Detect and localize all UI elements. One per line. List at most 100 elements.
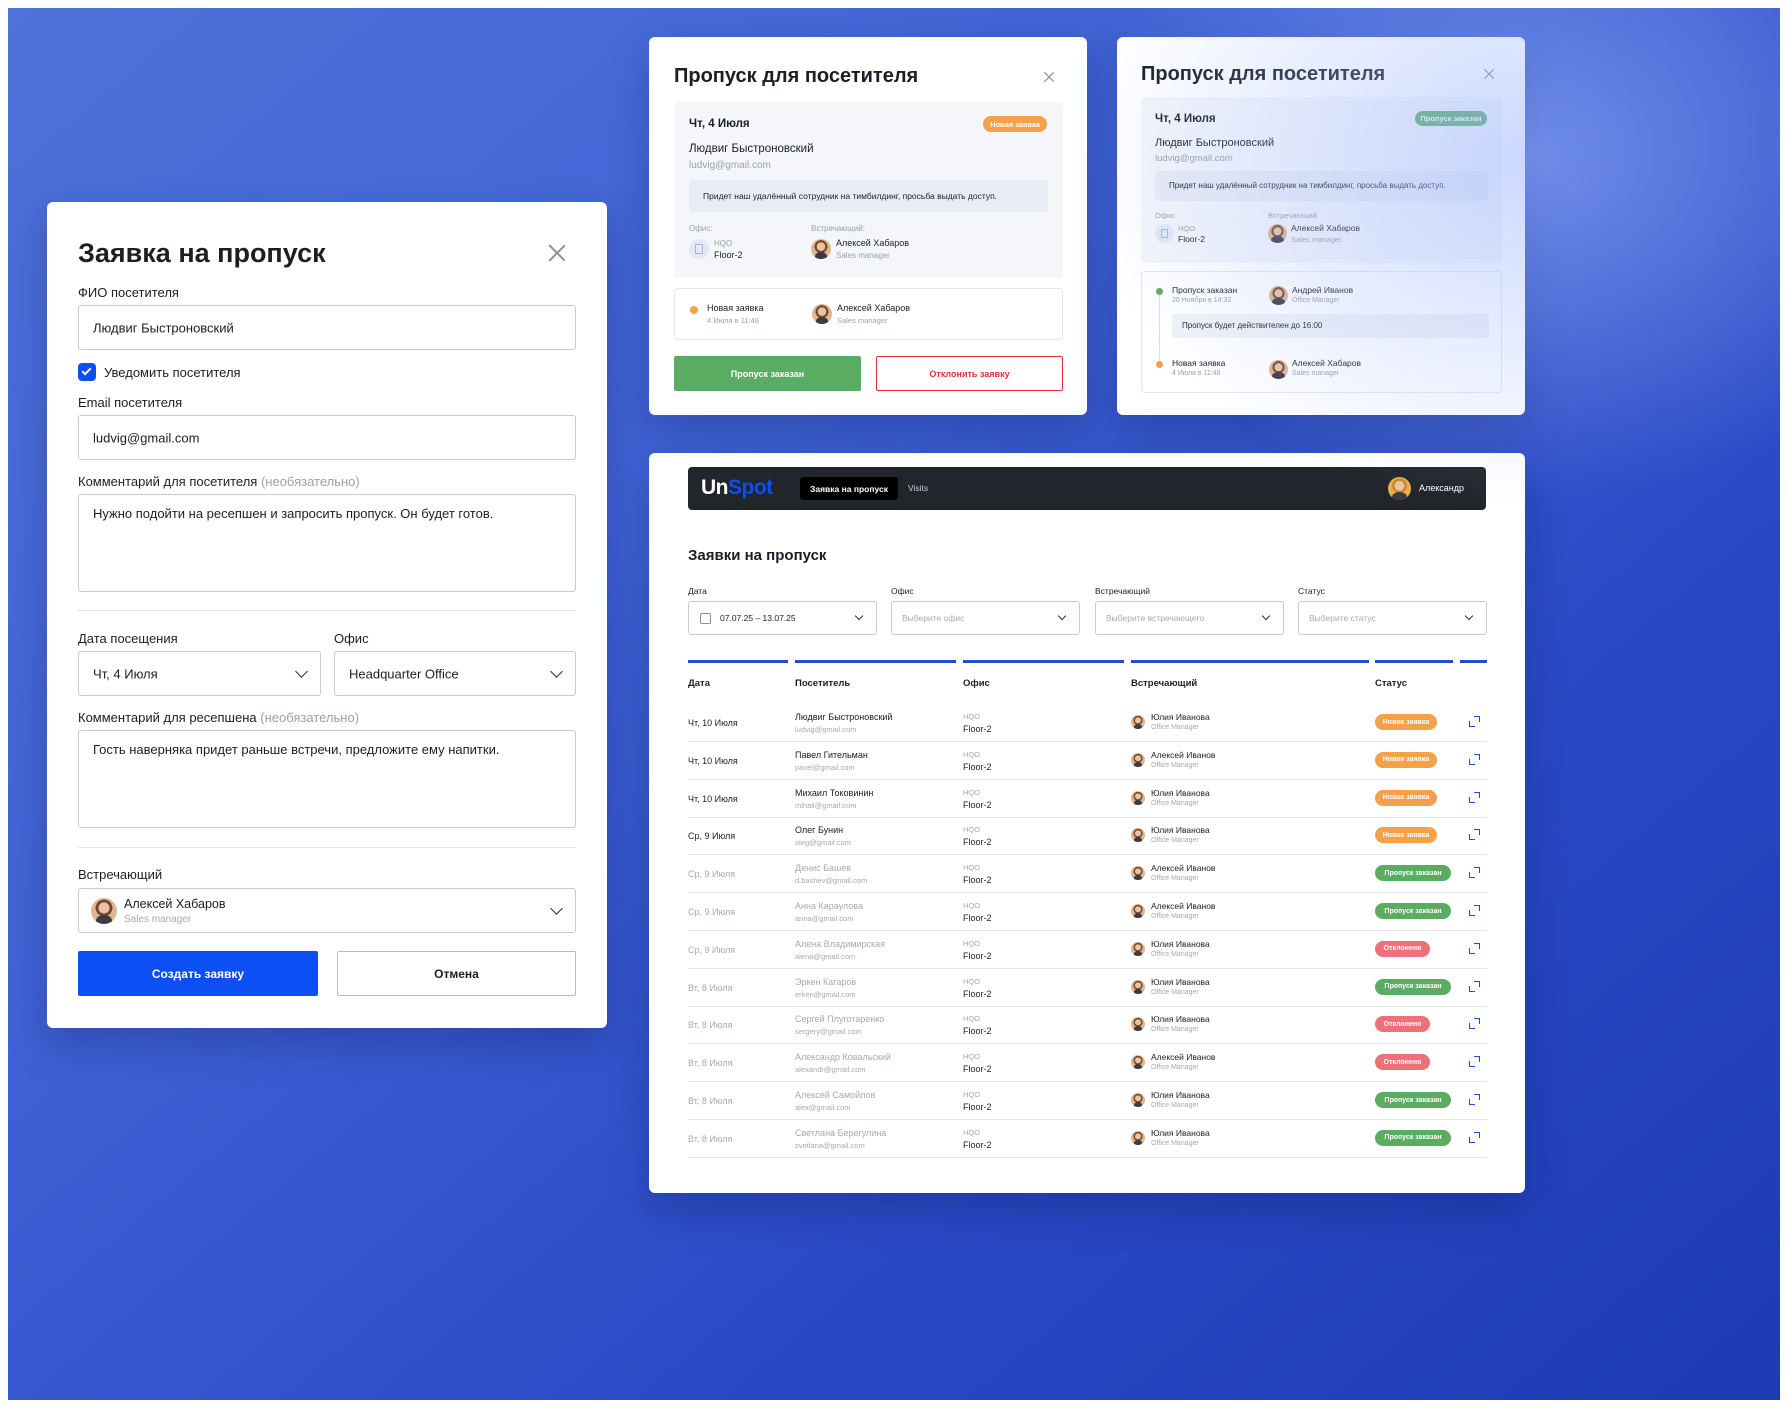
column-header[interactable]: Дата	[688, 678, 710, 689]
visitor-email: pavel@gmail.com	[795, 762, 855, 772]
office-floor: Floor-2	[963, 875, 992, 886]
filter-select[interactable]: 07.07.25 – 13.07.25	[688, 601, 877, 635]
table-row[interactable]: Чт, 10 Июля Павел Гительман pavel@gmail.co…	[649, 742, 1529, 780]
email-input[interactable]: ludvig@gmail.com	[78, 415, 576, 460]
expand-icon[interactable]	[1469, 829, 1480, 841]
table-row[interactable]: Вт, 8 Июля Сергей Плуготаренко sergery@gma…	[649, 1006, 1529, 1045]
office-floor: Floor-2	[963, 1026, 992, 1037]
create-request-button[interactable]: Создать заявку	[78, 951, 318, 996]
filter-value: 07.07.25 – 13.07.25	[720, 613, 796, 623]
close-icon[interactable]	[546, 242, 568, 264]
table-row[interactable]: Ср, 9 Июля Олег Бунин oleg@gmail.com HQO Flo…	[649, 817, 1529, 856]
notify-checkbox[interactable]	[78, 363, 96, 381]
column-bar	[963, 660, 1124, 663]
filter-select[interactable]: Выберите встречающего	[1095, 601, 1284, 635]
filter-label: Встречающий	[1095, 586, 1151, 596]
nav-tab-label: Заявка на пропуск	[810, 483, 888, 494]
chevron-down-icon	[550, 902, 563, 915]
building-icon	[1155, 224, 1174, 243]
visitor-name: Людвиг Быстроновский	[795, 712, 893, 722]
column-bar	[1131, 660, 1369, 663]
comment-label: Комментарий для посетителя (необязательн…	[78, 474, 360, 489]
fio-input[interactable]: Людвиг Быстроновский	[78, 305, 576, 350]
table-row[interactable]: Ср, 9 Июля Анна Караулова anna@gmail.com HQ…	[649, 893, 1529, 931]
host-role: Office Manager	[1151, 1026, 1199, 1034]
filter-select[interactable]: Выберите офис	[891, 601, 1080, 635]
pass-request-form: Заявка на пропуск ФИО посетителя Людвиг …	[47, 202, 607, 1028]
table-row[interactable]: Ср, 9 Июля Алена Владимирская alena@gmail.…	[649, 931, 1529, 969]
table-row[interactable]: Вт, 8 Июля Светлана Берегулина svetlana@gm…	[649, 1120, 1529, 1158]
filter-select[interactable]: Выберите статус	[1298, 601, 1487, 635]
office-code: HQO	[963, 1014, 981, 1024]
comment-textarea[interactable]: Нужно подойти на ресепшен и запросить пр…	[78, 494, 576, 592]
office-code: HQO	[963, 1127, 981, 1137]
column-header[interactable]: Статус	[1375, 678, 1407, 689]
avatar	[812, 304, 832, 324]
nav-tab-requests[interactable]: Заявка на пропуск	[800, 477, 898, 500]
status-badge: Пропуск заказан	[1375, 903, 1451, 919]
user-name[interactable]: Александр	[1419, 483, 1464, 493]
status-badge: Новая заявка	[1375, 827, 1437, 844]
approve-button[interactable]: Пропуск заказан	[674, 356, 861, 391]
reject-button[interactable]: Отклонить заявку	[876, 356, 1063, 391]
office-floor: Floor-2	[963, 761, 992, 772]
history-time: 4 Июля в 11:48	[707, 316, 759, 325]
row-divider	[688, 1156, 1487, 1158]
office-caption: Офис:	[1155, 211, 1178, 220]
expand-icon[interactable]	[1469, 791, 1480, 803]
column-header[interactable]: Офис	[963, 678, 990, 689]
optional-hint: (необязательно)	[260, 710, 360, 725]
visitor-email: mihail@gmail.com	[795, 800, 857, 810]
host-role: Office Manager	[1151, 1139, 1199, 1147]
expand-icon[interactable]	[1469, 1131, 1480, 1143]
chevron-down-icon	[1261, 611, 1271, 621]
office-select[interactable]: Headquarter Office	[334, 651, 576, 696]
user-avatar[interactable]	[1388, 477, 1411, 500]
host-select[interactable]: Алексей Хабаров Sales manager	[78, 888, 576, 933]
column-header[interactable]: Встречающий	[1131, 678, 1197, 689]
table-row[interactable]: Ср, 9 Июля Денис Башев d.bashev@gmail.com H…	[649, 855, 1529, 894]
divider	[78, 847, 576, 848]
date-select[interactable]: Чт, 4 Июля	[78, 651, 321, 696]
column-header[interactable]: Посетитель	[795, 678, 850, 689]
filter-value: Выберите офис	[902, 613, 965, 623]
expand-icon[interactable]	[1469, 716, 1480, 727]
host-role: Office Manager	[1151, 1102, 1199, 1109]
host-name: Алексей Хабаров	[124, 897, 226, 911]
fio-label: ФИО посетителя	[78, 285, 179, 300]
status-badge: Пропуск заказан	[1375, 1129, 1451, 1146]
table-row[interactable]: Вт, 8 Июля Эркен Кагаров erken@gmail.com HQ…	[649, 969, 1529, 1007]
host-name: Юлия Иванова	[1151, 1014, 1210, 1025]
status-badge: Новая заявка	[983, 116, 1047, 132]
reception-textarea[interactable]: Гость наверняка придет раньше встречи, п…	[78, 730, 576, 828]
status-badge: Новая заявка	[1375, 714, 1437, 730]
status-badge: Новая заявка	[1375, 751, 1437, 768]
pass-title: Пропуск для посетителя	[1141, 63, 1386, 85]
row-date: Вт, 8 Июля	[688, 1133, 733, 1144]
nav-tab-visits[interactable]: Visits	[908, 483, 928, 493]
building-icon	[689, 239, 709, 259]
cancel-button[interactable]: Отмена	[337, 951, 576, 996]
table-row[interactable]: Чт, 10 Июля Людвиг Быстроновский ludvig@gm…	[649, 704, 1529, 742]
visitor-name: Олег Бунин	[795, 825, 844, 836]
h1-status: Пропуск заказан	[1172, 285, 1238, 295]
expand-icon[interactable]	[1469, 1094, 1480, 1105]
host-name: Юлия Иванова	[1151, 825, 1210, 836]
status-badge: Отклонено	[1375, 1054, 1430, 1071]
close-icon[interactable]	[1042, 70, 1055, 83]
table-row[interactable]: Вт, 8 Июля Александр Ковальский alexandr@g…	[649, 1044, 1529, 1083]
chevron-down-icon	[295, 665, 308, 678]
table-row[interactable]: Вт, 8 Июля Алексей Самойлов alex@gmail.com…	[649, 1082, 1529, 1120]
avatar	[811, 239, 831, 259]
expand-icon[interactable]	[1469, 942, 1480, 954]
expand-icon[interactable]	[1469, 1056, 1480, 1068]
expand-icon[interactable]	[1469, 980, 1480, 992]
table-row[interactable]: Чт, 10 Июля Михаил Токовинин mihail@gmail.…	[649, 780, 1529, 818]
close-icon[interactable]	[1482, 67, 1495, 80]
expand-icon[interactable]	[1469, 1018, 1480, 1030]
expand-icon[interactable]	[1469, 905, 1480, 916]
expand-icon[interactable]	[1469, 753, 1480, 765]
expand-icon[interactable]	[1469, 867, 1480, 879]
status-badge: Пропуск заказан	[1375, 1092, 1451, 1108]
status-dot	[1156, 288, 1163, 295]
